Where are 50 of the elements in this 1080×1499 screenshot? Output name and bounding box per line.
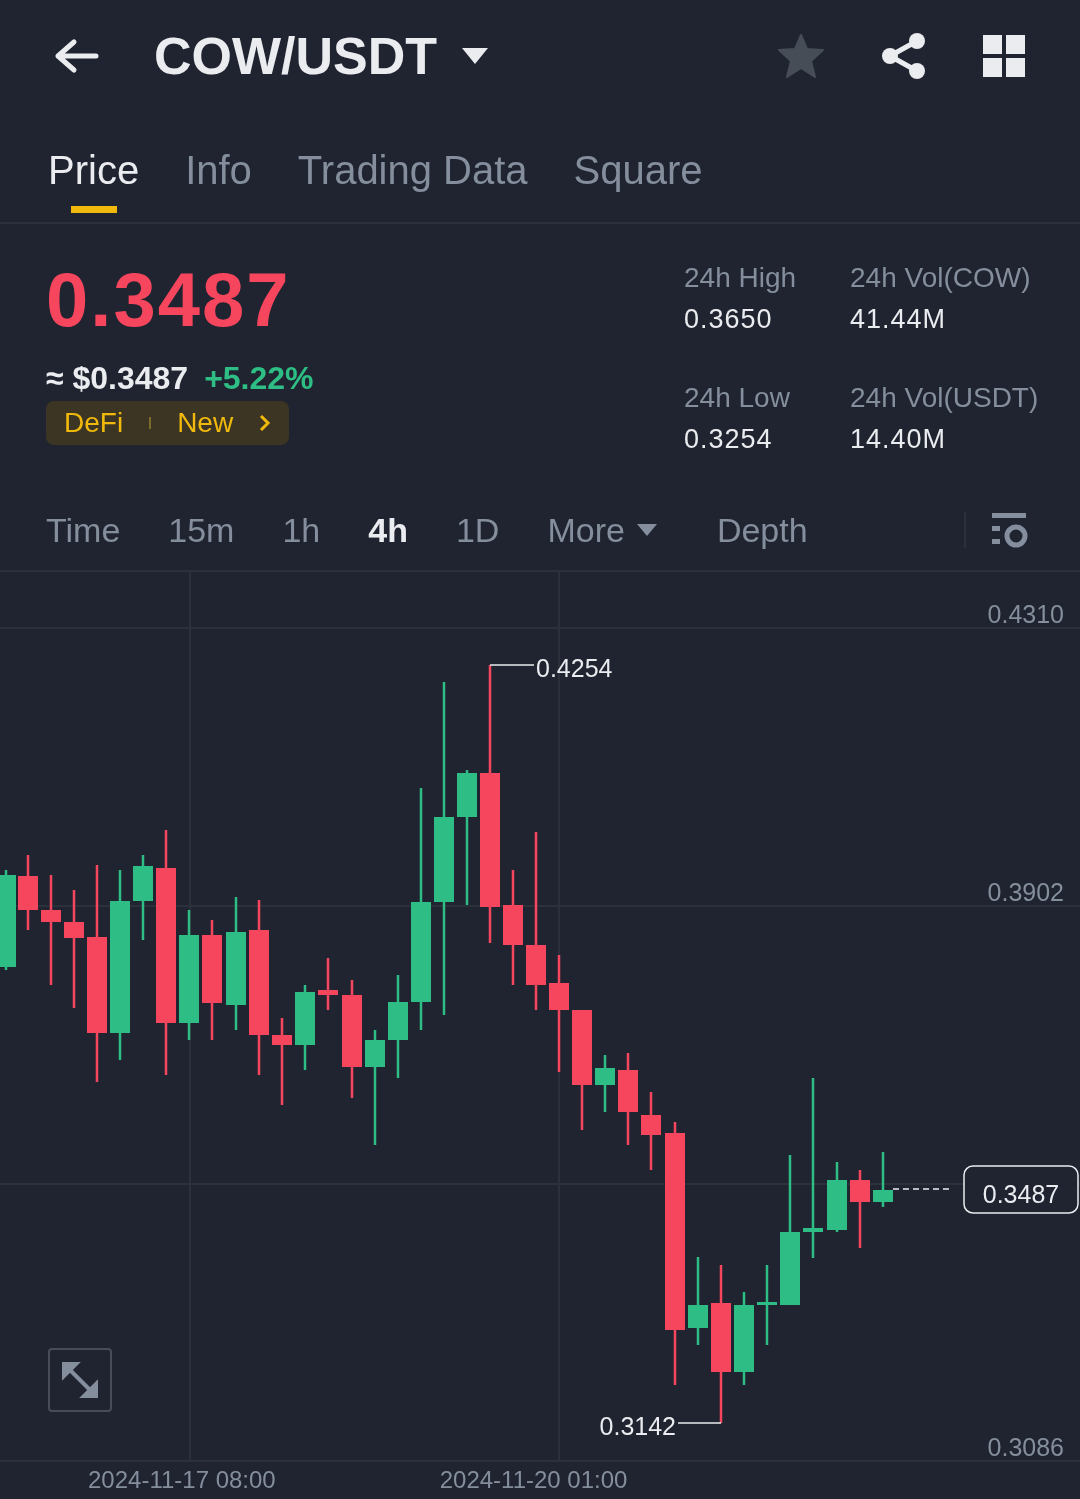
- tab[interactable]: Trading Data: [297, 148, 528, 213]
- candle: [827, 1162, 847, 1232]
- caret-icon: [461, 47, 490, 65]
- tab[interactable]: Price: [48, 148, 140, 213]
- stat-label: 24h Vol(COW): [850, 262, 1032, 294]
- stat-value: 0.3254: [684, 424, 774, 455]
- axis-label: 0.4310: [987, 600, 1064, 628]
- candle: [595, 1055, 615, 1112]
- stat-value: 14.40M: [850, 424, 948, 455]
- interval-tab[interactable]: 1D: [455, 510, 500, 550]
- interval-tab[interactable]: Time: [46, 510, 121, 550]
- price-line: [892, 1188, 951, 1190]
- axis-label: 0.3902: [987, 878, 1064, 906]
- price-change: +5.22%: [204, 360, 314, 397]
- star-icon[interactable]: [777, 33, 825, 79]
- tab[interactable]: Square: [573, 148, 703, 213]
- tag: DeFi: [64, 407, 124, 439]
- share-icon[interactable]: [881, 32, 927, 80]
- axis-label: 2024-11-20 01:00: [439, 1466, 628, 1494]
- stat-value: 41.44M: [850, 304, 948, 335]
- axis-label: 2024-11-17 08:00: [88, 1466, 276, 1494]
- low-marker: 0.3142: [599, 1412, 676, 1440]
- tag: New: [177, 407, 234, 439]
- tab[interactable]: Info: [185, 148, 252, 213]
- stat-label: 24h Vol(USDT): [850, 382, 1040, 414]
- axis-label: 0.3086: [987, 1433, 1064, 1461]
- last-price: 0.3487: [46, 262, 292, 338]
- tag-bar[interactable]: DeFi New: [46, 401, 290, 445]
- interval-tab[interactable]: 15m: [168, 510, 235, 550]
- current-price-tag: 0.3487: [963, 1165, 1079, 1214]
- stat-label: 24h Low: [684, 382, 791, 414]
- depth-tab[interactable]: Depth: [716, 510, 808, 550]
- candle: [873, 1152, 893, 1207]
- usd-price: ≈ $0.3487: [46, 360, 189, 397]
- pair-selector[interactable]: COW/USDT: [154, 26, 490, 86]
- expand-icon: [60, 1360, 100, 1400]
- more-dropdown[interactable]: More: [547, 510, 657, 550]
- caret-icon: [636, 524, 657, 536]
- chart-settings-icon[interactable]: [990, 511, 1028, 549]
- expand-button[interactable]: [48, 1348, 112, 1412]
- grid-icon[interactable]: [983, 35, 1025, 77]
- candle: [318, 958, 338, 1010]
- interval-tab[interactable]: 4h: [368, 510, 408, 550]
- leader-line: [677, 1422, 722, 1424]
- leader-line: [489, 664, 535, 666]
- stat-value: 0.3650: [684, 304, 774, 335]
- chevron-icon: [259, 414, 272, 432]
- high-marker: 0.4254: [536, 654, 613, 682]
- stat-label: 24h High: [684, 262, 798, 294]
- interval-tab[interactable]: 1h: [282, 510, 321, 550]
